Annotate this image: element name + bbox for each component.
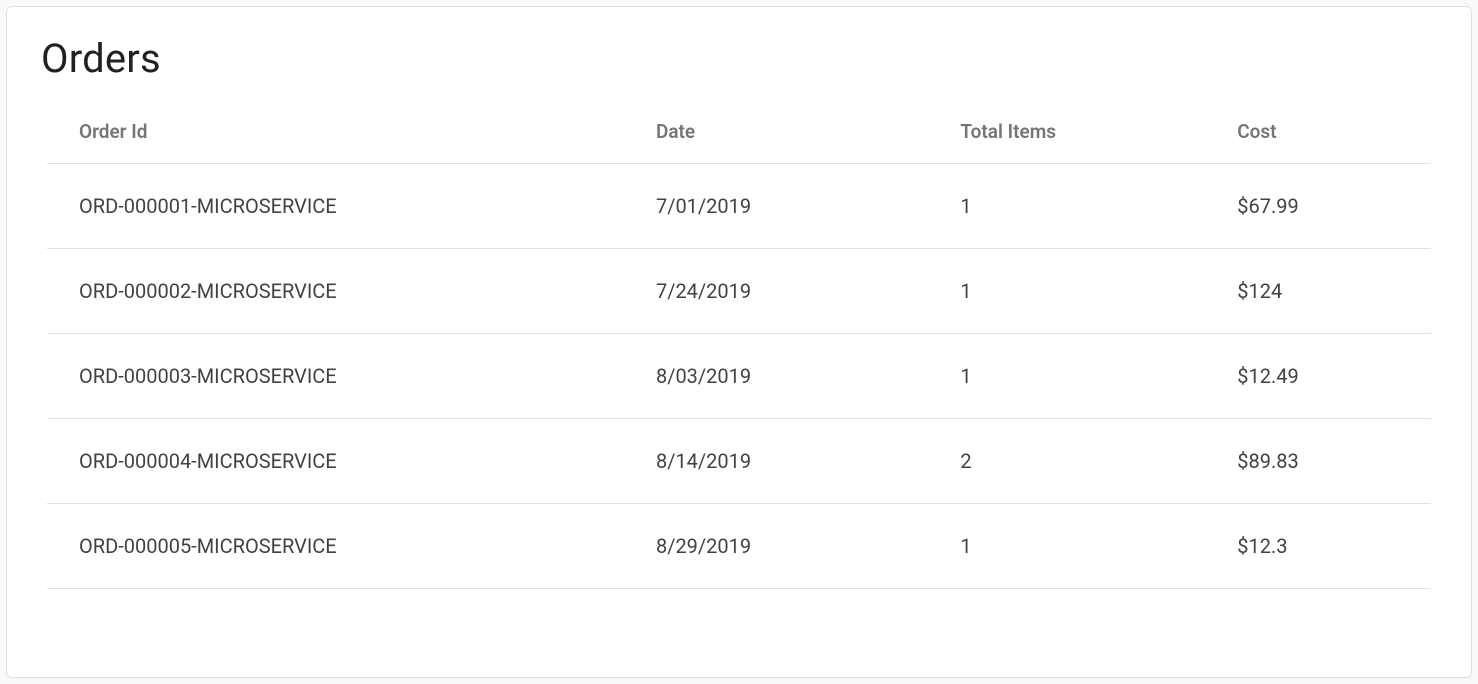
- cell-date: 8/03/2019: [656, 334, 960, 419]
- table-row[interactable]: ORD-000001-MICROSERVICE 7/01/2019 1 $67.…: [47, 164, 1431, 249]
- column-header-total-items[interactable]: Total Items: [960, 100, 1237, 164]
- cell-order-id: ORD-000002-MICROSERVICE: [47, 249, 656, 334]
- table-row[interactable]: ORD-000004-MICROSERVICE 8/14/2019 2 $89.…: [47, 419, 1431, 504]
- cell-date: 8/29/2019: [656, 504, 960, 589]
- table-row[interactable]: ORD-000002-MICROSERVICE 7/24/2019 1 $124: [47, 249, 1431, 334]
- orders-table: Order Id Date Total Items Cost ORD-00000…: [47, 100, 1431, 589]
- cell-cost: $12.49: [1237, 334, 1431, 419]
- cell-total-items: 2: [960, 419, 1237, 504]
- table-header-row: Order Id Date Total Items Cost: [47, 100, 1431, 164]
- cell-date: 8/14/2019: [656, 419, 960, 504]
- column-header-date[interactable]: Date: [656, 100, 960, 164]
- table-row[interactable]: ORD-000005-MICROSERVICE 8/29/2019 1 $12.…: [47, 504, 1431, 589]
- cell-date: 7/01/2019: [656, 164, 960, 249]
- cell-order-id: ORD-000005-MICROSERVICE: [47, 504, 656, 589]
- cell-total-items: 1: [960, 249, 1237, 334]
- column-header-order-id[interactable]: Order Id: [47, 100, 656, 164]
- table-row[interactable]: ORD-000003-MICROSERVICE 8/03/2019 1 $12.…: [47, 334, 1431, 419]
- orders-card: Orders Order Id Date Total Items Cost OR…: [6, 6, 1472, 678]
- column-header-cost[interactable]: Cost: [1237, 100, 1431, 164]
- cell-total-items: 1: [960, 504, 1237, 589]
- page-title: Orders: [41, 35, 1431, 82]
- cell-cost: $89.83: [1237, 419, 1431, 504]
- cell-cost: $12.3: [1237, 504, 1431, 589]
- cell-total-items: 1: [960, 334, 1237, 419]
- cell-date: 7/24/2019: [656, 249, 960, 334]
- cell-order-id: ORD-000001-MICROSERVICE: [47, 164, 656, 249]
- cell-cost: $67.99: [1237, 164, 1431, 249]
- cell-order-id: ORD-000003-MICROSERVICE: [47, 334, 656, 419]
- cell-cost: $124: [1237, 249, 1431, 334]
- cell-total-items: 1: [960, 164, 1237, 249]
- cell-order-id: ORD-000004-MICROSERVICE: [47, 419, 656, 504]
